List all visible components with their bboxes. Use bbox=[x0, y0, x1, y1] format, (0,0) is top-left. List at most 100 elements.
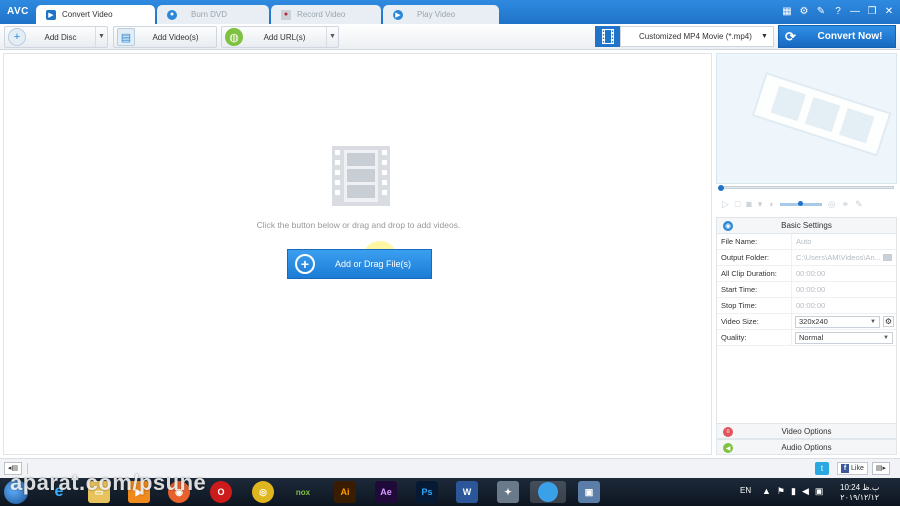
video-size-value: 320x240 bbox=[799, 317, 828, 326]
facebook-like-button[interactable]: f Like bbox=[837, 462, 868, 475]
close-icon[interactable]: ✕ bbox=[882, 4, 896, 19]
setting-label: Output Folder: bbox=[717, 250, 792, 265]
volume-icon[interactable]: ◖ bbox=[768, 199, 773, 209]
restore-icon[interactable]: ❐ bbox=[865, 4, 879, 19]
network-icon[interactable]: ▮ bbox=[791, 486, 796, 497]
folder-icon[interactable]: ▾ bbox=[758, 199, 763, 210]
app-icon[interactable]: ✦ bbox=[497, 481, 519, 503]
quality-select[interactable]: Normal ▼ bbox=[795, 331, 893, 344]
play-icon[interactable]: ▷ bbox=[722, 199, 729, 210]
chrome-icon[interactable]: ◎ bbox=[252, 481, 274, 503]
add-urls-label: Add URL(s) bbox=[263, 32, 306, 42]
convert-now-label: Convert Now! bbox=[817, 31, 883, 42]
chevron-down-icon[interactable]: ▼ bbox=[95, 27, 107, 47]
chevron-down-icon[interactable]: ▼ bbox=[326, 27, 338, 47]
gear-icon[interactable]: ⚙ bbox=[883, 316, 894, 327]
globe-icon: ◍ bbox=[225, 28, 243, 46]
quality-value: Normal bbox=[799, 333, 824, 342]
title-bar: AVC ▶ Convert Video ● Burn DVD ● Record … bbox=[0, 0, 900, 24]
add-urls-button[interactable]: ◍ Add URL(s) ▼ bbox=[221, 26, 339, 48]
clock-date: ۲۰۱۹/۱۲/۱۲ bbox=[840, 493, 880, 502]
setting-row-video-size: Video Size: 320x240 ▼ ⚙ bbox=[717, 314, 896, 330]
after-effects-icon[interactable]: Ae bbox=[375, 481, 397, 503]
video-options-header[interactable]: ≡ Video Options bbox=[716, 423, 897, 439]
clock-time: 10:24 ب.ظ bbox=[840, 483, 880, 492]
tab-play-video[interactable]: ▶ Play Video bbox=[383, 5, 499, 24]
video-options-label: Video Options bbox=[781, 426, 832, 436]
volume-icon[interactable]: ◀ bbox=[802, 486, 809, 497]
gear-icon[interactable]: ⚙ bbox=[797, 4, 811, 19]
seek-bar[interactable] bbox=[716, 184, 897, 192]
minimize-icon[interactable]: — bbox=[848, 4, 862, 19]
setting-label: All Clip Duration: bbox=[717, 266, 792, 281]
convert-video-icon: ▶ bbox=[46, 9, 56, 20]
language-indicator[interactable]: EN bbox=[740, 486, 751, 495]
window-controls: ▦ ⚙ ✎ ? — ❐ ✕ bbox=[780, 4, 896, 19]
tab-record-video[interactable]: ● Record Video bbox=[271, 5, 381, 24]
video-size-select[interactable]: 320x240 ▼ bbox=[795, 315, 880, 328]
folder-icon[interactable] bbox=[883, 254, 892, 261]
setting-row-all-clip-duration: All Clip Duration: 00:00:00 bbox=[717, 266, 896, 282]
output-format-value: Customized MP4 Movie (*.mp4) bbox=[639, 32, 752, 41]
help-icon[interactable]: ? bbox=[831, 4, 845, 19]
opera-icon[interactable]: O bbox=[210, 481, 232, 503]
setting-label: Stop Time: bbox=[717, 298, 792, 313]
film-format-icon[interactable] bbox=[595, 26, 620, 47]
player-controls: ▷ □ ◙ ▾ ◖ ◎ ⚭ ✎ bbox=[716, 196, 897, 212]
wrench-icon[interactable]: ✎ bbox=[855, 199, 863, 210]
flag-icon[interactable]: ⚑ bbox=[777, 486, 785, 497]
setting-row-stop-time: Stop Time: 00:00:00 bbox=[717, 298, 896, 314]
output-format-select[interactable]: Customized MP4 Movie (*.mp4) ▼ bbox=[620, 26, 774, 47]
all-clip-duration-value: 00:00:00 bbox=[796, 269, 826, 278]
snapshot-icon[interactable]: ◙ bbox=[746, 199, 751, 209]
film-strip-icon bbox=[332, 146, 390, 206]
like-label: Like bbox=[851, 465, 864, 472]
add-videos-button[interactable]: ▤ Add Video(s) bbox=[113, 26, 217, 48]
fullscreen-icon[interactable]: ◎ bbox=[828, 199, 836, 210]
show-hidden-icons[interactable]: ▲ bbox=[762, 486, 771, 497]
grid-icon[interactable]: ▦ bbox=[780, 4, 794, 19]
illustrator-icon[interactable]: Ai bbox=[334, 481, 356, 503]
audio-options-header[interactable]: ◀ Audio Options bbox=[716, 439, 897, 455]
tab-burn-dvd[interactable]: ● Burn DVD bbox=[157, 5, 269, 24]
effects-icon[interactable]: ⚭ bbox=[842, 199, 850, 210]
window-icon[interactable]: ▣ bbox=[578, 481, 600, 503]
add-video-icon: ▤ bbox=[117, 28, 135, 46]
word-icon[interactable]: W bbox=[456, 481, 478, 503]
file-name-field[interactable]: Auto bbox=[792, 234, 896, 249]
tab-label: Convert Video bbox=[62, 10, 113, 19]
tray-app-icon[interactable]: ▣ bbox=[815, 486, 824, 497]
twitter-icon[interactable]: t bbox=[815, 462, 829, 475]
setting-label: File Name: bbox=[717, 234, 792, 249]
convert-now-button[interactable]: ⟳ Convert Now! bbox=[778, 25, 896, 48]
add-disc-button[interactable]: + Add Disc ▼ bbox=[4, 26, 108, 48]
tab-convert-video[interactable]: ▶ Convert Video bbox=[36, 5, 155, 24]
start-time-field[interactable]: 00:00:00 bbox=[792, 282, 896, 297]
add-videos-label: Add Video(s) bbox=[152, 32, 199, 42]
chevron-down-icon: ▼ bbox=[870, 318, 876, 325]
basic-settings-panel: ◉ Basic Settings File Name: Auto Output … bbox=[716, 217, 897, 424]
stop-icon[interactable]: □ bbox=[735, 199, 740, 209]
expand-panel-icon[interactable]: ▤▸ bbox=[872, 462, 890, 475]
avc-taskbar-icon[interactable] bbox=[530, 481, 566, 503]
seek-track[interactable] bbox=[722, 186, 894, 189]
preview-film-watermark-icon bbox=[751, 72, 892, 157]
add-or-drag-files-button[interactable]: + Add or Drag File(s) bbox=[287, 249, 432, 279]
seek-knob[interactable] bbox=[718, 185, 724, 191]
video-list-area[interactable]: ➚ Click the button below or drag and dro… bbox=[3, 53, 712, 455]
basic-settings-title: Basic Settings bbox=[781, 221, 832, 230]
video-options-icon: ≡ bbox=[723, 427, 733, 437]
output-folder-value: C:\Users\AM\Videos\An... bbox=[796, 253, 881, 262]
photoshop-icon[interactable]: Ps bbox=[416, 481, 438, 503]
setting-label: Video Size: bbox=[717, 314, 792, 329]
basic-settings-header[interactable]: ◉ Basic Settings bbox=[717, 218, 896, 234]
drop-hint-text: Click the button below or drag and drop … bbox=[256, 220, 461, 230]
nox-icon[interactable]: nox bbox=[292, 481, 314, 503]
clock[interactable]: 10:24 ب.ظ ۲۰۱۹/۱۲/۱۲ bbox=[840, 483, 879, 503]
add-disc-label: Add Disc bbox=[44, 32, 77, 42]
tab-label: Play Video bbox=[417, 10, 456, 19]
volume-slider[interactable] bbox=[779, 200, 822, 206]
stop-time-field[interactable]: 00:00:00 bbox=[792, 298, 896, 313]
output-folder-field[interactable]: C:\Users\AM\Videos\An... bbox=[792, 250, 896, 265]
tools-icon[interactable]: ✎ bbox=[814, 4, 828, 19]
